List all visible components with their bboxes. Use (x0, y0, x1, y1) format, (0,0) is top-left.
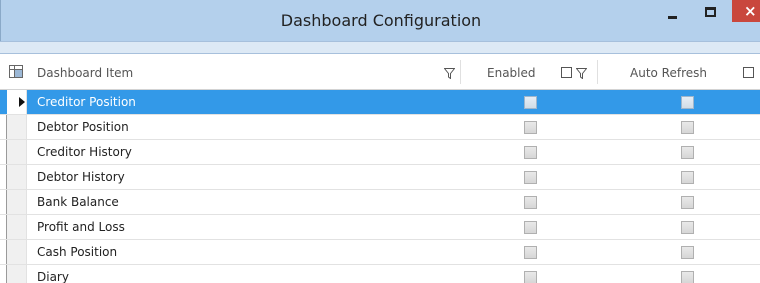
column-header-enabled[interactable]: Enabled (487, 54, 536, 92)
enabled-checkbox[interactable] (524, 171, 537, 184)
auto-refresh-checkbox[interactable] (681, 246, 694, 259)
table-row[interactable]: Cash Position (0, 240, 760, 265)
dashboard-item-label: Creditor Position (37, 95, 136, 109)
row-indicator[interactable] (7, 190, 27, 214)
row-indicator[interactable] (7, 240, 27, 264)
enabled-select-all-checkbox[interactable] (561, 67, 572, 78)
filter-icon[interactable] (576, 68, 587, 79)
dashboard-item-label: Profit and Loss (37, 220, 125, 234)
enabled-checkbox[interactable] (524, 271, 537, 283)
title-bar[interactable]: Dashboard Configuration × (0, 0, 760, 41)
table-row[interactable]: Debtor Position (0, 115, 760, 140)
column-chooser-icon[interactable] (9, 65, 23, 78)
column-header-dashboard-item[interactable]: Dashboard Item (37, 54, 133, 92)
enabled-checkbox[interactable] (524, 196, 537, 209)
enabled-checkbox[interactable] (524, 146, 537, 159)
grid-header: Dashboard Item Enabled Auto Refresh (0, 54, 760, 90)
group-panel (0, 41, 760, 54)
row-indicator[interactable] (7, 90, 27, 114)
row-indicator[interactable] (7, 115, 27, 139)
column-header-auto-refresh[interactable]: Auto Refresh (630, 54, 707, 92)
auto-refresh-checkbox[interactable] (681, 196, 694, 209)
minimize-icon (668, 16, 677, 19)
dashboard-item-label: Creditor History (37, 145, 132, 159)
enabled-checkbox[interactable] (524, 221, 537, 234)
auto-refresh-checkbox[interactable] (681, 271, 694, 283)
row-indicator[interactable] (7, 140, 27, 164)
auto-refresh-checkbox[interactable] (681, 221, 694, 234)
row-indicator[interactable] (7, 265, 27, 283)
column-separator (460, 60, 461, 84)
table-row[interactable]: Bank Balance (0, 190, 760, 215)
window-title: Dashboard Configuration (280, 11, 482, 30)
table-row[interactable]: Debtor History (0, 165, 760, 190)
dashboard-item-label: Bank Balance (37, 195, 119, 209)
enabled-checkbox[interactable] (524, 96, 537, 109)
dashboard-grid: Dashboard Item Enabled Auto Refresh Cred… (0, 54, 760, 283)
table-row[interactable]: Creditor Position (0, 90, 760, 115)
auto-refresh-checkbox[interactable] (681, 121, 694, 134)
close-icon: × (744, 2, 757, 20)
auto-refresh-checkbox[interactable] (681, 171, 694, 184)
table-row[interactable]: Profit and Loss (0, 215, 760, 240)
row-pointer-icon (19, 97, 25, 107)
table-row[interactable]: Creditor History (0, 140, 760, 165)
auto-refresh-select-all-checkbox[interactable] (743, 67, 754, 78)
minimize-button[interactable] (659, 0, 685, 22)
row-indicator[interactable] (7, 215, 27, 239)
auto-refresh-checkbox[interactable] (681, 146, 694, 159)
close-button[interactable]: × (732, 0, 760, 22)
dashboard-item-label: Cash Position (37, 245, 118, 259)
dashboard-item-label: Debtor Position (37, 120, 129, 134)
maximize-icon (705, 7, 716, 17)
table-row[interactable]: Diary (0, 265, 760, 283)
enabled-checkbox[interactable] (524, 246, 537, 259)
maximize-button[interactable] (697, 0, 723, 22)
filter-icon[interactable] (444, 68, 455, 79)
dashboard-item-label: Debtor History (37, 170, 125, 184)
column-separator (597, 60, 598, 84)
row-indicator[interactable] (7, 165, 27, 189)
dashboard-item-label: Diary (37, 270, 69, 283)
enabled-checkbox[interactable] (524, 121, 537, 134)
auto-refresh-checkbox[interactable] (681, 96, 694, 109)
